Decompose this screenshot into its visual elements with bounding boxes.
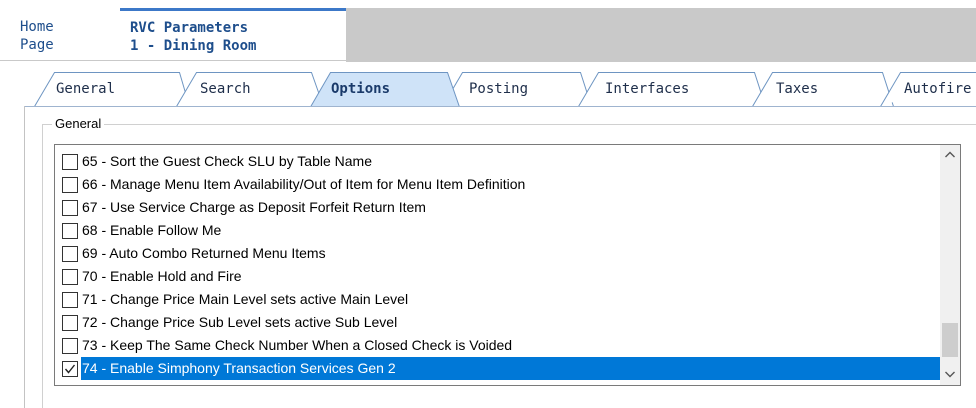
list-item[interactable]: 67 - Use Service Charge as Deposit Forfe… <box>55 196 940 219</box>
checkbox[interactable] <box>62 223 78 239</box>
tab-interfaces-label: Interfaces <box>605 81 690 97</box>
tab-taxes-label: Taxes <box>776 81 819 97</box>
list-item-label: 74 - Enable Simphony Transaction Service… <box>82 360 396 376</box>
checkmark-icon <box>64 364 76 374</box>
tab-autofire[interactable]: Autofire <box>880 72 976 107</box>
list-item[interactable]: 66 - Manage Menu Item Availability/Out o… <box>55 173 940 196</box>
rvc-parameters-tab-subtitle: 1 - Dining Room <box>130 38 257 54</box>
checkbox[interactable] <box>62 315 78 331</box>
document-tab-strip: Home Page RVC Parameters 1 - Dining Room <box>0 0 976 62</box>
list-item[interactable]: 71 - Change Price Main Level sets active… <box>55 288 940 311</box>
list-item[interactable]: 68 - Enable Follow Me <box>55 219 940 242</box>
content-frame-border <box>24 106 25 408</box>
home-page-tab-line1: Home <box>20 19 54 35</box>
list-item-label: 70 - Enable Hold and Fire <box>82 268 242 284</box>
tab-posting-label: Posting <box>469 81 529 97</box>
list-item-label: 69 - Auto Combo Returned Menu Items <box>82 245 326 261</box>
checkbox[interactable] <box>62 292 78 308</box>
rvc-parameters-tab-title: RVC Parameters <box>130 20 249 36</box>
tab-search-label: Search <box>200 81 251 97</box>
list-item[interactable]: 72 - Change Price Sub Level sets active … <box>55 311 940 334</box>
tab-baseline <box>24 106 976 107</box>
checkbox[interactable] <box>62 200 78 216</box>
rvc-parameters-tab[interactable]: RVC Parameters 1 - Dining Room <box>120 8 348 62</box>
list-item[interactable]: 73 - Keep The Same Check Number When a C… <box>55 334 940 357</box>
tab-posting[interactable]: Posting <box>442 72 592 107</box>
list-item[interactable]: 70 - Enable Hold and Fire <box>55 265 940 288</box>
tab-interfaces[interactable]: Interfaces <box>578 72 766 107</box>
tab-options-label: Options <box>331 81 391 97</box>
vertical-scrollbar[interactable] <box>940 145 960 385</box>
options-checklist[interactable]: 65 - Sort the Guest Check SLU by Table N… <box>54 144 961 386</box>
scroll-up-button[interactable] <box>940 145 960 165</box>
list-item-selected[interactable]: 74 - Enable Simphony Transaction Service… <box>55 357 940 380</box>
list-item-label: 73 - Keep The Same Check Number When a C… <box>82 337 513 353</box>
list-item-label: 65 - Sort the Guest Check SLU by Table N… <box>82 153 372 169</box>
checkbox[interactable] <box>62 246 78 262</box>
tab-general[interactable]: General <box>34 72 190 107</box>
checkbox[interactable] <box>62 154 78 170</box>
tab-options[interactable]: Options <box>310 72 460 107</box>
chevron-down-icon <box>945 371 955 378</box>
scroll-down-button[interactable] <box>940 365 960 385</box>
tab-search[interactable]: Search <box>176 72 324 107</box>
tab-strip-divider <box>0 60 976 61</box>
tab-taxes[interactable]: Taxes <box>752 72 894 107</box>
tab-autofire-label: Autofire <box>904 81 972 97</box>
list-item-label: 71 - Change Price Main Level sets active… <box>82 291 409 307</box>
list-item-label: 72 - Change Price Sub Level sets active … <box>82 314 398 330</box>
list-item-label: 67 - Use Service Charge as Deposit Forfe… <box>82 199 426 215</box>
home-page-tab[interactable]: Home Page <box>14 12 116 60</box>
groupbox-title: General <box>52 116 105 131</box>
list-item-label: 68 - Enable Follow Me <box>82 222 222 238</box>
checkbox[interactable] <box>62 269 78 285</box>
home-page-tab-line2: Page <box>20 37 54 53</box>
tab-strip-background <box>346 8 976 62</box>
checkbox-checked[interactable] <box>62 361 78 377</box>
list-item[interactable]: 65 - Sort the Guest Check SLU by Table N… <box>55 150 940 173</box>
scrollbar-thumb[interactable] <box>942 323 958 357</box>
tab-taxes-shape <box>752 72 894 107</box>
checkbox[interactable] <box>62 338 78 354</box>
checkbox[interactable] <box>62 177 78 193</box>
chevron-up-icon <box>945 151 955 158</box>
list-item-label: 66 - Manage Menu Item Availability/Out o… <box>82 176 526 192</box>
list-item[interactable]: 69 - Auto Combo Returned Menu Items <box>55 242 940 265</box>
tab-general-label: General <box>56 81 116 97</box>
